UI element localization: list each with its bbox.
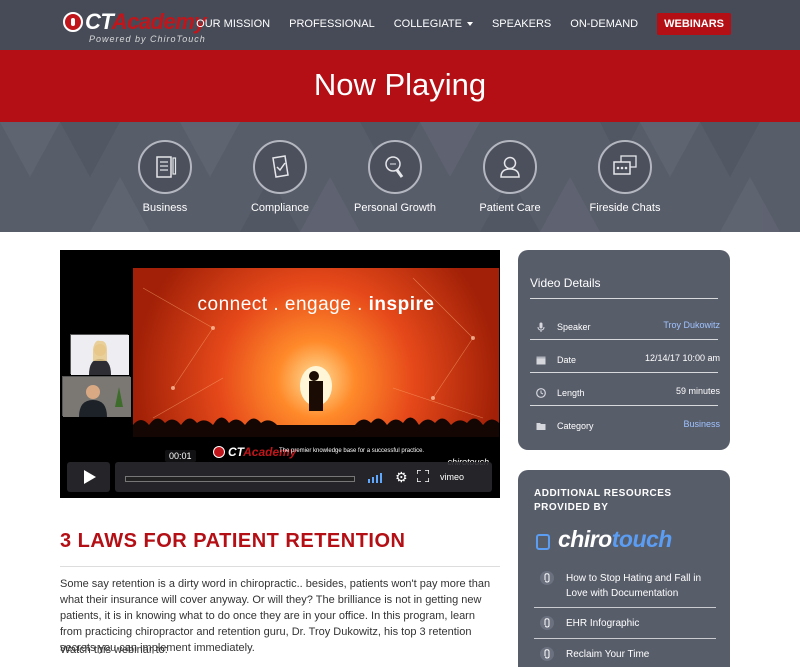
detail-key: Length [557,388,585,398]
detail-key: Category [557,421,594,431]
divider [530,298,718,299]
category-label: Personal Growth [354,202,436,214]
person-icon [500,156,520,178]
chat-bubbles-icon [613,155,637,175]
resource-label: How to Stop Hating and Fall in Love with… [566,573,702,599]
paperclip-icon [540,616,554,630]
nav-speakers[interactable]: SPEAKERS [492,13,551,35]
slide-ct-academy-logo: CTAcademy [213,445,296,459]
category-icon-circle [368,140,422,194]
nav-webinars[interactable]: WEBINARS [657,13,731,35]
detail-row-date: Date 12/14/17 10:00 am [530,353,720,373]
category-strip: Business Compliance Personal Growth Pati… [0,122,800,232]
nav-our-mission[interactable]: OUR MISSION [196,13,270,35]
article-title: 3 LAWS FOR PATIENT RETENTION [60,530,406,552]
watch-intro: Watch this webinar to: [60,644,168,656]
nav-on-demand[interactable]: ON-DEMAND [570,13,638,35]
chirotouch-hand-mark [536,534,550,550]
fullscreen-icon[interactable] [417,470,429,482]
progress-track[interactable] [125,476,355,482]
detail-key: Speaker [557,322,591,332]
detail-row-speaker: Speaker Troy Dukowitz [530,320,720,340]
chirotouch-logo[interactable]: chirotouch [536,526,714,556]
ct-logo-mark [213,446,225,458]
vimeo-logo[interactable]: vimeo [440,472,464,482]
paperclip-icon [540,647,554,661]
resource-label: EHR Infographic [566,618,640,629]
category-icon-circle [598,140,652,194]
nav-professional[interactable]: PROFESSIONAL [289,13,375,35]
notebook-icon [156,156,177,178]
category-label: Compliance [250,202,310,214]
category-label: Fireside Chats [589,202,661,214]
folder-icon [536,423,546,430]
slide-tagline: The premier knowledge base for a success… [279,448,425,454]
divider [530,339,718,340]
audience-silhouette [133,417,499,437]
category-icon-circle [483,140,537,194]
resource-link[interactable]: How to Stop Hating and Fall in Love with… [534,571,716,601]
detail-value: 12/14/17 10:00 am [644,353,720,363]
category-icon-circle [138,140,192,194]
page-title: Now Playing [313,67,487,102]
chevron-down-icon [466,22,473,27]
detail-row-category: Category Business [530,419,720,439]
card-heading: Video Details [530,276,601,290]
slide-title: connect . engage . inspire [197,294,435,315]
category-icon-circle [253,140,307,194]
nav-collegiate[interactable]: COLLEGIATE [394,13,473,35]
category-label: Patient Care [479,202,541,214]
microphone-icon [537,322,545,332]
main-nav: OUR MISSION PROFESSIONAL COLLEGIATE SPEA… [177,13,731,35]
divider [534,638,716,639]
volume-icon[interactable] [367,470,387,484]
control-bar: 00:01 ⚙ vimeo [115,450,492,492]
timecode: 00:01 [165,450,196,462]
divider [530,405,718,406]
divider [530,372,718,373]
resources-heading: ADDITIONAL RESOURCES PROVIDED BY [534,488,672,513]
presenter-thumbnail [71,335,129,375]
category-link[interactable]: Business [683,419,720,429]
ct-logo-mark [63,12,83,32]
presenter-webcam-1 [70,334,129,375]
video-details-card: Video Details Speaker Troy Dukowitz Date… [518,250,730,450]
additional-resources-card: ADDITIONAL RESOURCES PROVIDED BY chiroto… [518,470,730,667]
title-divider [60,566,500,567]
divider [534,607,716,608]
lightbulb-icon [385,156,404,178]
category-compliance[interactable]: Compliance [230,140,330,214]
video-player[interactable]: connect . engage . inspire CTAcademy The… [60,250,500,498]
detail-row-length: Length 59 minutes [530,386,720,406]
paperclip-icon [540,571,554,585]
video-slide: connect . engage . inspire CTAcademy The… [133,268,499,471]
category-patient-care[interactable]: Patient Care [460,140,560,214]
page-banner: Now Playing [0,50,800,122]
chirotouch-wordmark: chirotouch [558,526,672,552]
resource-link[interactable]: Reclaim Your Time [534,647,716,662]
category-personal-growth[interactable]: Personal Growth [345,140,445,214]
resource-label: Reclaim Your Time [566,649,650,660]
speaker-link[interactable]: Troy Dukowitz [663,320,720,330]
calendar-icon [536,356,546,365]
clock-icon [536,388,546,398]
document-check-icon [272,155,289,178]
top-navbar: CTAcademy Powered by ChiroTouch OUR MISS… [0,0,800,50]
gear-icon[interactable]: ⚙ [395,469,408,485]
category-label: Business [142,202,188,214]
play-button[interactable] [67,462,110,492]
presenter-thumbnail [63,377,131,417]
category-fireside-chats[interactable]: Fireside Chats [575,140,675,214]
category-business[interactable]: Business [115,140,215,214]
logo-tagline: Powered by ChiroTouch [89,34,206,44]
detail-value: 59 minutes [675,386,720,396]
presenter-webcam-2 [62,376,131,417]
player-controls: 00:01 ⚙ vimeo [67,450,492,492]
detail-key: Date [557,355,577,365]
resource-link[interactable]: EHR Infographic [534,616,716,631]
